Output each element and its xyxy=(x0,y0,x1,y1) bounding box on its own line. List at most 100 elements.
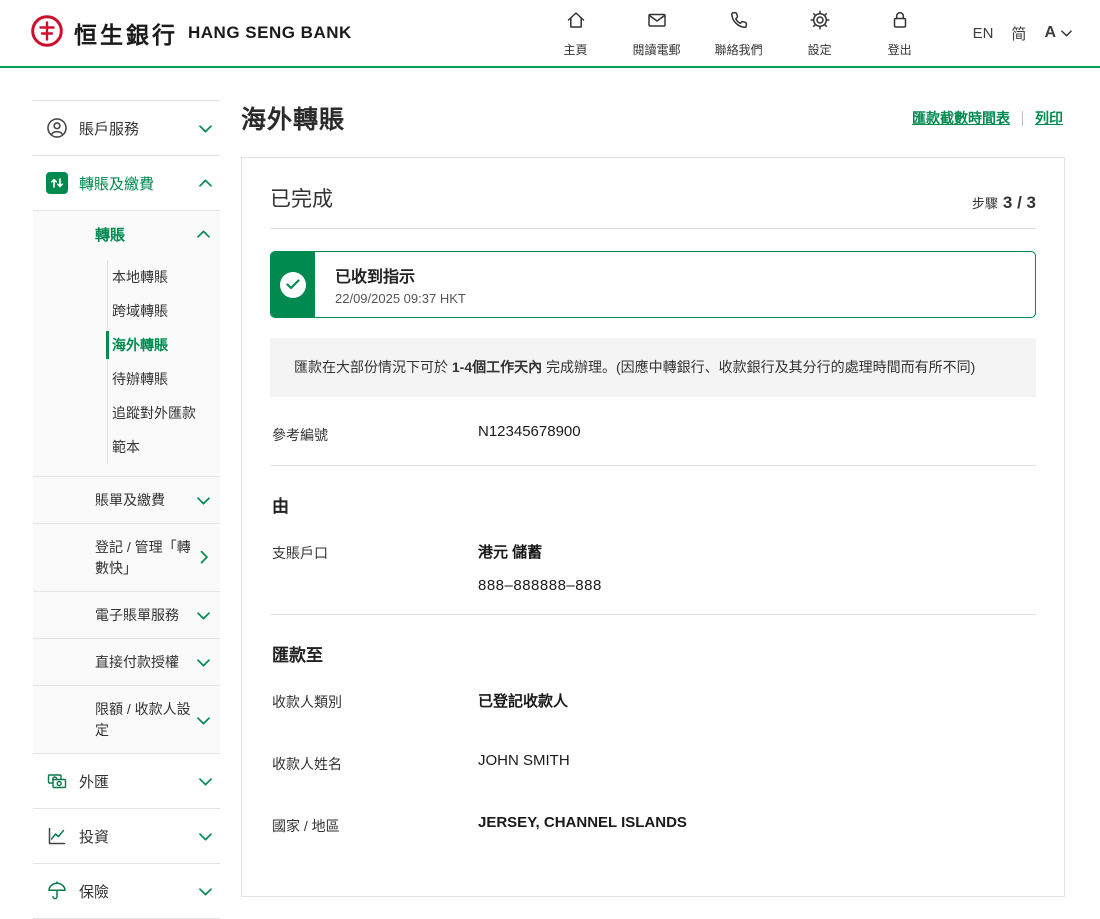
page-title: 海外轉賬 xyxy=(241,100,345,136)
payee-type-value: 已登記收款人 xyxy=(478,690,568,712)
logout-lock-icon xyxy=(889,9,911,36)
result-card: 已完成 步驟3 / 3 已收到指示 22/09/2025 09:37 HKT 匯… xyxy=(241,157,1065,897)
sidebar-item-transfer[interactable]: 轉賬 xyxy=(33,211,220,258)
step-indicator: 步驟3 / 3 xyxy=(972,193,1036,213)
account-person-icon xyxy=(45,116,69,140)
notice-bold-text: 1-4個工作天內 xyxy=(452,359,542,375)
sidebar-item-foreign-exchange[interactable]: 外匯 xyxy=(33,754,220,809)
chevron-down-icon xyxy=(199,828,212,845)
debit-account-value: 港元 儲蓄 888–888888–888 xyxy=(478,541,602,594)
nav-logout[interactable]: 登出 xyxy=(877,9,923,58)
umbrella-icon xyxy=(45,879,69,903)
status-title: 已完成 xyxy=(270,183,333,213)
country-region-row: 國家 / 地區 JERSEY, CHANNEL ISLANDS xyxy=(270,794,1036,856)
nav-home-label: 主頁 xyxy=(564,41,588,58)
remittance-cutoff-schedule-link[interactable]: 匯款截數時間表 xyxy=(912,108,1010,128)
chevron-up-icon xyxy=(199,175,212,192)
reference-row: 參考編號 N12345678900 xyxy=(270,403,1036,465)
nav-mail-label: 閱讀電郵 xyxy=(633,41,681,58)
bank-name-chinese: 恒生銀行 xyxy=(74,16,178,50)
font-size-toggle[interactable]: A xyxy=(1044,24,1072,42)
sidebar-item-label: 投資 xyxy=(79,826,189,847)
nav-contact[interactable]: 聯絡我們 xyxy=(715,9,763,58)
lang-english[interactable]: EN xyxy=(973,25,994,42)
section-divider xyxy=(270,465,1036,466)
section-divider xyxy=(270,614,1036,615)
chevron-down-icon xyxy=(199,120,212,137)
sidebar-item-bills-payments[interactable]: 賬單及繳費 xyxy=(33,476,220,523)
chevron-down-icon xyxy=(199,773,212,790)
sidebar-item-overseas-transfer[interactable]: 海外轉賬 xyxy=(33,328,220,362)
payee-type-row: 收款人類別 已登記收款人 xyxy=(270,670,1036,732)
sidebar-item-direct-debit-authorisation[interactable]: 直接付款授權 xyxy=(33,638,220,685)
chevron-down-icon xyxy=(199,883,212,900)
page-body: 賬戶服務 轉賬及繳費 轉賬 xyxy=(0,68,1100,919)
sidebar-item-limits-payee-settings[interactable]: 限額 / 收款人設定 xyxy=(33,685,220,753)
success-text: 已收到指示 22/09/2025 09:37 HKT xyxy=(315,252,486,317)
sidebar-item-pending-transfer[interactable]: 待辦轉賬 xyxy=(33,362,220,396)
mail-icon xyxy=(646,9,668,36)
sidebar: 賬戶服務 轉賬及繳費 轉賬 xyxy=(33,100,220,919)
bank-logo[interactable]: 恒生銀行 HANG SENG BANK xyxy=(30,14,352,53)
phone-icon xyxy=(728,9,750,36)
success-stripe xyxy=(271,252,315,317)
chevron-down-icon xyxy=(197,605,210,625)
sidebar-item-cross-boundary-transfer[interactable]: 跨域轉賬 xyxy=(33,294,220,328)
reference-number: N12345678900 xyxy=(478,423,581,445)
to-section-heading: 匯款至 xyxy=(272,641,1036,666)
sidebar-item-label: 賬戶服務 xyxy=(79,118,189,139)
sidebar-item-label: 轉賬及繳費 xyxy=(79,173,189,194)
lang-simplified-chinese[interactable]: 简 xyxy=(1011,23,1026,44)
print-link[interactable]: 列印 xyxy=(1035,108,1063,128)
title-row: 海外轉賬 匯款截數時間表 列印 xyxy=(241,100,1065,136)
sidebar-item-insurance[interactable]: 保險 xyxy=(33,864,220,919)
sidebar-item-label: 保險 xyxy=(79,881,189,902)
sidebar-item-fps-registration[interactable]: 登記 / 管理「轉數快」 xyxy=(33,523,220,591)
sidebar-item-track-outward-remittance[interactable]: 追蹤對外匯款 xyxy=(33,396,220,430)
payee-name-value: JOHN SMITH xyxy=(478,752,570,774)
notice-text: 匯款在大部份情況下可於 xyxy=(294,359,452,375)
chevron-up-icon xyxy=(197,226,210,243)
sidebar-item-investment[interactable]: 投資 xyxy=(33,809,220,864)
chevron-down-icon xyxy=(197,710,210,730)
sidebar-item-label: 電子賬單服務 xyxy=(95,605,191,625)
success-banner: 已收到指示 22/09/2025 09:37 HKT xyxy=(270,251,1036,318)
notice-text: 完成辦理。(因應中轉銀行、收款銀行及其分行的處理時間而有所不同) xyxy=(542,359,975,375)
language-switcher: EN 简 A xyxy=(973,23,1072,44)
sidebar-item-transfer-payments[interactable]: 轉賬及繳費 xyxy=(33,156,220,211)
header: 恒生銀行 HANG SENG BANK 主頁 閱讀電郵 xyxy=(0,0,1100,68)
chevron-right-icon xyxy=(193,551,213,564)
sidebar-item-templates[interactable]: 範本 xyxy=(33,430,220,464)
from-section-heading: 由 xyxy=(272,492,1036,517)
sidebar-item-account-services[interactable]: 賬戶服務 xyxy=(33,101,220,156)
account-name: 港元 儲蓄 xyxy=(478,541,602,562)
account-number: 888–888888–888 xyxy=(478,577,602,594)
sidebar-item-label: 賬單及繳費 xyxy=(95,490,191,510)
chevron-down-icon xyxy=(197,490,210,510)
payee-name-label: 收款人姓名 xyxy=(272,752,478,774)
reference-label: 參考編號 xyxy=(272,423,478,445)
nav-settings[interactable]: 設定 xyxy=(797,9,843,58)
link-divider xyxy=(1022,111,1023,126)
sidebar-item-label: 限額 / 收款人設定 xyxy=(95,699,191,740)
sidebar-item-label: 登記 / 管理「轉數快」 xyxy=(95,537,191,578)
investment-chart-icon xyxy=(45,824,69,848)
font-size-label: A xyxy=(1044,24,1056,42)
transfer-submenu: 轉賬 本地轉賬 跨域轉賬 海外轉賬 待辦轉賬 追蹤對外匯款 範本 賬單及繳費 xyxy=(33,211,220,754)
main-content: 海外轉賬 匯款截數時間表 列印 已完成 步驟3 / 3 xyxy=(241,100,1065,897)
title-links: 匯款截數時間表 列印 xyxy=(912,108,1063,128)
payee-type-label: 收款人類別 xyxy=(272,690,478,712)
fps-transfer-icon xyxy=(45,171,69,195)
nav-home[interactable]: 主頁 xyxy=(553,9,599,58)
top-nav: 主頁 閱讀電郵 聯絡我們 xyxy=(553,9,923,58)
sidebar-item-ebill-service[interactable]: 電子賬單服務 xyxy=(33,591,220,638)
step-value: 3 / 3 xyxy=(1003,193,1036,212)
country-region-label: 國家 / 地區 xyxy=(272,814,478,836)
nav-contact-label: 聯絡我們 xyxy=(715,41,763,58)
foreign-exchange-icon xyxy=(45,769,69,793)
transfer-submenu-list: 本地轉賬 跨域轉賬 海外轉賬 待辦轉賬 追蹤對外匯款 範本 xyxy=(33,258,220,476)
nav-mail[interactable]: 閱讀電郵 xyxy=(633,9,681,58)
nav-logout-label: 登出 xyxy=(888,41,912,58)
processing-time-notice: 匯款在大部份情況下可於 1-4個工作天內 完成辦理。(因應中轉銀行、收款銀行及其… xyxy=(270,338,1036,397)
sidebar-item-local-transfer[interactable]: 本地轉賬 xyxy=(33,260,220,294)
